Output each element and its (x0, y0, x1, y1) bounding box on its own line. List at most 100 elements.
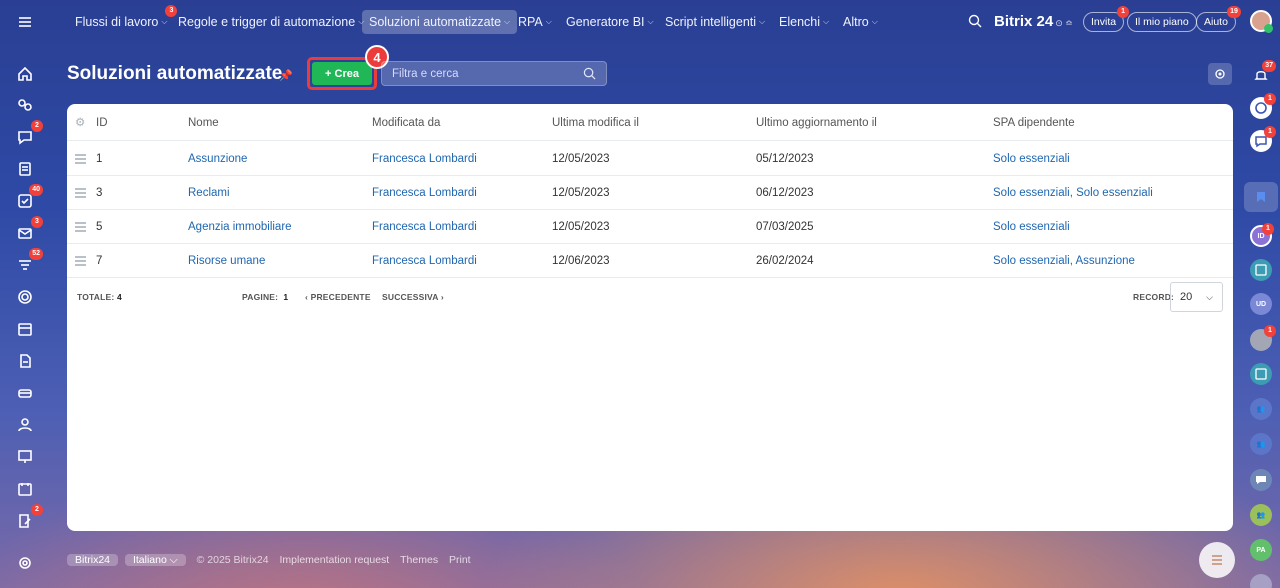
contact-avatar-ud[interactable]: UD (1250, 293, 1272, 315)
cell-name-link[interactable]: Assunzione (188, 142, 247, 176)
contact-avatar-pa[interactable]: PA (1250, 539, 1272, 561)
table-row[interactable]: 7 Risorse umane Francesca Lombardi 12/06… (67, 244, 1233, 278)
crm-icon[interactable]: 52 (13, 248, 43, 277)
search-icon[interactable] (583, 67, 596, 80)
search-input[interactable] (392, 67, 583, 80)
col-header-last-update[interactable]: Ultimo aggiornamento il (756, 104, 877, 142)
automation-icon[interactable] (13, 285, 37, 309)
table-row[interactable]: 3 Reclami Francesca Lombardi 12/05/2023 … (67, 176, 1233, 210)
themes-link[interactable]: Themes (400, 554, 438, 566)
next-page-button[interactable]: SUCCESSIVA › (382, 280, 444, 314)
menu-more[interactable]: Altro ⌵ (836, 10, 885, 34)
col-header-last-modified[interactable]: Ultima modifica il (552, 104, 639, 142)
mail-icon[interactable]: 3 (13, 216, 43, 245)
bell-icon[interactable]: 37 (1250, 60, 1276, 86)
cell-spa-link[interactable]: Solo essenziali, Solo essenziali (993, 176, 1153, 210)
cell-modified-by-link[interactable]: Francesca Lombardi (372, 176, 477, 210)
search-icon[interactable] (968, 14, 982, 31)
chat-menu-button[interactable] (1199, 542, 1235, 578)
task-avatar-icon[interactable] (1250, 363, 1272, 385)
cell-modified-by-link[interactable]: Francesca Lombardi (372, 244, 477, 278)
col-header-spa[interactable]: SPA dipendente (993, 104, 1075, 142)
contact-badge: 1 (1262, 223, 1274, 235)
settings-gear-icon[interactable] (13, 551, 37, 575)
cell-id: 1 (96, 153, 103, 165)
booking-icon[interactable] (13, 477, 37, 501)
forms-icon[interactable]: 2 (13, 504, 43, 533)
filter-search-box[interactable] (381, 61, 607, 86)
calendar-icon[interactable] (13, 317, 37, 341)
documents-icon[interactable] (13, 349, 37, 373)
messenger-icon[interactable]: 1 (1250, 126, 1276, 152)
records-per-page-select[interactable]: 20 ⌵ (1170, 282, 1223, 312)
cell-name-link[interactable]: Agenzia immobiliare (188, 210, 292, 244)
print-link[interactable]: Print (449, 554, 471, 566)
menu-workflows-label: Flussi di lavoro (75, 15, 159, 29)
top-menu: Flussi di lavoro ⌵ 3 Regole e trigger di… (50, 0, 1241, 44)
menu-bi-builder[interactable]: Generatore BI ⌵ (559, 10, 661, 34)
col-header-name[interactable]: Nome (188, 104, 219, 142)
drag-handle-icon[interactable] (75, 256, 86, 268)
menu-icon[interactable] (13, 10, 37, 34)
drag-handle-icon[interactable] (75, 188, 86, 200)
contact-photo-avatar[interactable]: 1 (1250, 325, 1276, 351)
list-settings-button[interactable] (1208, 63, 1232, 85)
contact-avatar[interactable] (1250, 574, 1272, 588)
cell-spa-link[interactable]: Solo essenziali, Assunzione (993, 244, 1135, 278)
bookmark-icon[interactable] (1244, 182, 1278, 212)
cell-spa-link[interactable]: Solo essenziali (993, 210, 1070, 244)
tasks-icon[interactable]: 40 (13, 184, 43, 213)
total-label-text: TOTALE: (77, 292, 115, 302)
footer-brand-button[interactable]: Bitrix24 (67, 554, 119, 566)
help-button[interactable]: Aiuto 19 (1196, 6, 1241, 32)
collab-icon[interactable] (13, 93, 37, 117)
column-settings-gear-icon[interactable]: ⚙ (75, 104, 85, 142)
feed-icon[interactable] (13, 157, 37, 181)
chevron-down-icon: ⌵ (504, 17, 511, 26)
drive-icon[interactable] (13, 381, 37, 405)
copilot-icon[interactable]: 1 (1250, 93, 1276, 119)
menu-automation-rules[interactable]: Regole e trigger di automazione ⌵ (171, 10, 371, 34)
menu-lists[interactable]: Elenchi ⌵ (772, 10, 836, 34)
cell-name-link[interactable]: Reclami (188, 176, 230, 210)
col-header-modified-by[interactable]: Modificata da (372, 104, 440, 142)
language-selector[interactable]: Italiano ⌵ (124, 554, 186, 566)
contacts-icon[interactable] (13, 413, 37, 437)
drag-handle-icon[interactable] (75, 222, 86, 234)
cell-last-update: 05/12/2023 (756, 153, 814, 165)
contact-avatar-id[interactable]: ID 1 (1250, 223, 1274, 247)
invite-button[interactable]: Invita 1 (1083, 6, 1130, 32)
cell-name-link[interactable]: Risorse umane (188, 244, 265, 278)
cell-spa-link[interactable]: Solo essenziali (993, 142, 1070, 176)
menu-automated-solutions[interactable]: Soluzioni automatizzate ⌵ (362, 10, 518, 34)
implementation-request-link[interactable]: Implementation request (279, 554, 389, 566)
col-header-id[interactable]: ID (96, 104, 108, 142)
drag-handle-icon[interactable] (75, 154, 86, 166)
cell-last-update: 26/02/2024 (756, 255, 814, 267)
my-plan-button[interactable]: Il mio piano (1127, 12, 1197, 32)
chevron-down-icon: ⌵ (759, 17, 766, 26)
group-avatar-icon[interactable]: 👥 (1250, 504, 1272, 526)
pin-icon[interactable]: 📌 (279, 69, 293, 82)
presentation-icon[interactable] (13, 445, 37, 469)
chat-avatar-icon[interactable] (1250, 469, 1272, 491)
group-avatar-icon[interactable]: 👥 (1250, 398, 1272, 420)
prev-page-button[interactable]: ‹ PRECEDENTE (305, 280, 371, 314)
solutions-table: ⚙ ID Nome Modificata da Ultima modifica … (67, 104, 1233, 531)
home-icon[interactable] (13, 62, 37, 86)
menu-rpa-label: RPA (518, 15, 543, 29)
table-row[interactable]: 1 Assunzione Francesca Lombardi 12/05/20… (67, 142, 1233, 176)
cell-modified-by-link[interactable]: Francesca Lombardi (372, 142, 477, 176)
contact-initials: PA (1256, 546, 1266, 554)
user-avatar[interactable] (1250, 10, 1273, 33)
menu-rpa[interactable]: RPA ⌵ (511, 10, 559, 34)
task-avatar-icon[interactable] (1250, 259, 1272, 281)
table-row[interactable]: 5 Agenzia immobiliare Francesca Lombardi… (67, 210, 1233, 244)
menu-workflows[interactable]: Flussi di lavoro ⌵ 3 (68, 5, 178, 34)
menu-smart-scripts[interactable]: Script intelligenti ⌵ (658, 10, 772, 34)
create-button[interactable]: + Crea (312, 62, 372, 85)
chat-icon[interactable]: 2 (13, 120, 43, 149)
group-avatar-icon[interactable]: 👥 (1250, 433, 1272, 455)
total-label: TOTALE: 4 (77, 280, 122, 314)
cell-modified-by-link[interactable]: Francesca Lombardi (372, 210, 477, 244)
